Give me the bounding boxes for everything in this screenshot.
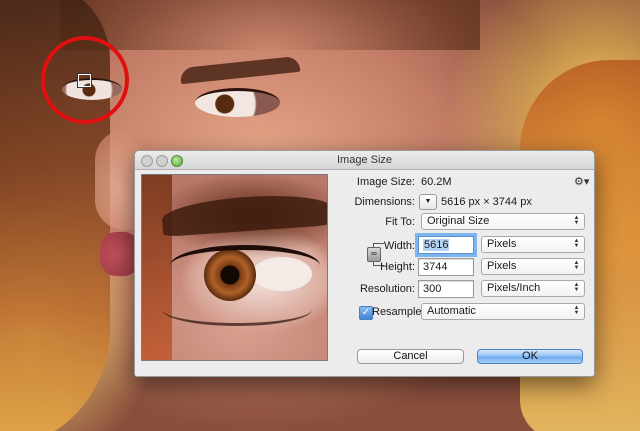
preview-cursor-box[interactable]	[77, 73, 92, 88]
resolution-input[interactable]: 300	[418, 280, 474, 298]
resample-value: Automatic	[427, 305, 476, 317]
triangle-down-icon[interactable]: ▼	[419, 194, 437, 210]
resolution-value: 300	[423, 283, 442, 295]
fit-to-value: Original Size	[427, 215, 490, 227]
eyebrow	[179, 55, 301, 85]
width-value: 5616	[423, 239, 450, 251]
preview-hair	[142, 175, 172, 360]
image-preview[interactable]	[141, 174, 328, 361]
updown-arrows-icon: ▲ ▼	[573, 215, 580, 226]
dimensions-label: Dimensions:	[354, 196, 415, 208]
cancel-button[interactable]: Cancel	[357, 349, 464, 364]
height-input[interactable]: 3744	[418, 258, 474, 276]
updown-arrows-icon: ▲ ▼	[573, 282, 580, 293]
gear-icon[interactable]: ⚙▾	[574, 175, 589, 188]
dimensions-value: 5616 px × 3744 px	[441, 196, 532, 208]
width-input[interactable]: 5616	[418, 236, 474, 254]
dialog-title: Image Size	[336, 154, 393, 166]
height-label: Height:	[380, 261, 415, 273]
resolution-label: Resolution:	[359, 283, 415, 295]
image-size-label: Image Size:	[356, 176, 415, 188]
resample-checkbox[interactable]: ✓	[359, 306, 373, 320]
image-size-value: 60.2M	[421, 176, 452, 188]
checkmark-icon: ✓	[361, 307, 371, 318]
resolution-unit-value: Pixels/Inch	[487, 282, 541, 294]
fit-to-label: Fit To:	[385, 216, 415, 228]
ok-button[interactable]: OK	[477, 349, 583, 364]
preview-lashes	[162, 293, 312, 326]
height-unit-select[interactable]: Pixels ▲ ▼	[481, 258, 585, 275]
updown-arrows-icon: ▲ ▼	[573, 305, 580, 316]
width-unit-value: Pixels	[487, 238, 517, 250]
resample-select[interactable]: Automatic ▲ ▼	[421, 303, 585, 320]
titlebar[interactable]: Image Size	[135, 151, 594, 170]
image-size-dialog: Image Size Image Size: 60.2M ⚙▾ Dimensio…	[134, 150, 595, 377]
height-value: 3744	[423, 261, 448, 273]
updown-arrows-icon: ▲ ▼	[573, 238, 580, 249]
height-unit-value: Pixels	[487, 260, 517, 272]
preview-eyelid	[170, 245, 320, 286]
resample-label: Resample:	[372, 306, 425, 318]
updown-arrows-icon: ▲ ▼	[573, 260, 580, 271]
width-label: Width:	[383, 240, 415, 252]
preview-eyebrow	[161, 191, 327, 237]
fit-to-select[interactable]: Original Size ▲ ▼	[421, 213, 585, 230]
width-unit-select[interactable]: Pixels ▲ ▼	[481, 236, 585, 253]
hair-top	[60, 0, 480, 50]
resolution-unit-select[interactable]: Pixels/Inch ▲ ▼	[481, 280, 585, 297]
right-eye	[195, 88, 280, 117]
